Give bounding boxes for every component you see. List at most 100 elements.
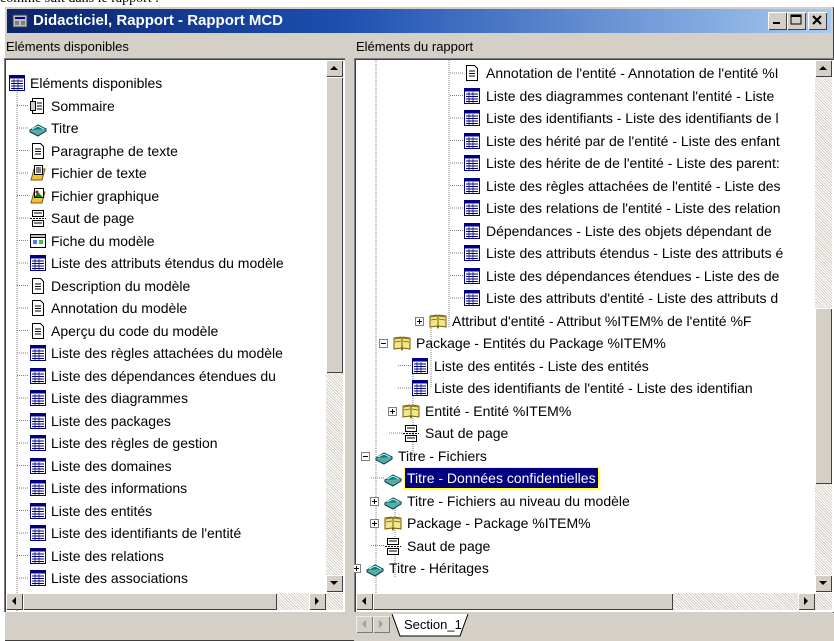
report-element-item[interactable]: Liste des attributs étendus - Liste des … xyxy=(354,242,814,264)
report-element-item[interactable]: Titre - Héritages xyxy=(354,557,814,579)
available-element-label: Fichier de texte xyxy=(51,165,147,181)
scroll-up-button[interactable] xyxy=(815,60,832,77)
expand-icon[interactable] xyxy=(370,519,379,528)
report-element-item[interactable]: Liste des entités - Liste des entités xyxy=(354,355,814,377)
report-element-label: Saut de page xyxy=(407,537,491,554)
minimize-button[interactable] xyxy=(768,12,787,30)
available-element-item[interactable]: Paragraphe de texte xyxy=(4,140,324,162)
available-elements-tree[interactable]: Eléments disponibles Sommaire Titre Paragra… xyxy=(4,58,345,612)
report-element-label: Liste des identifiants - Liste des ident… xyxy=(486,110,779,126)
report-element-item[interactable]: Titre - Données confidentielles xyxy=(354,467,814,489)
available-element-item[interactable]: Liste des règles de gestion xyxy=(4,432,324,454)
available-element-item[interactable]: Aperçu du code du modèle xyxy=(4,320,324,342)
scroll-thumb[interactable] xyxy=(373,593,673,610)
report-elements-tree[interactable]: Annotation de l'entité - Annotation de l… xyxy=(354,58,834,612)
report-element-item[interactable]: Annotation de l'entité - Annotation de l… xyxy=(354,62,814,84)
available-element-item[interactable]: Liste des règles attachées du modèle xyxy=(4,342,324,364)
available-element-item[interactable]: Liste des associations xyxy=(4,567,324,589)
report-element-item[interactable]: Saut de page xyxy=(354,535,814,557)
tree-root-available-elements[interactable]: Eléments disponibles xyxy=(4,72,324,94)
report-element-label: Package - Package %ITEM% xyxy=(407,515,591,531)
expand-icon[interactable] xyxy=(388,406,397,416)
left-horizontal-scrollbar[interactable] xyxy=(6,593,343,610)
available-element-label: Liste des attributs étendus du modèle xyxy=(51,255,284,271)
scroll-up-button[interactable] xyxy=(326,60,343,77)
available-element-item[interactable]: Liste des diagrammes xyxy=(4,387,324,409)
expand-icon[interactable] xyxy=(354,564,361,573)
available-element-item[interactable]: Description du modèle xyxy=(4,275,324,297)
collapse-icon[interactable] xyxy=(361,451,370,461)
available-element-label: Titre xyxy=(51,120,79,136)
available-element-item[interactable]: Fiche du modèle xyxy=(4,230,324,252)
close-button[interactable] xyxy=(808,12,827,30)
list-icon xyxy=(29,344,47,362)
report-element-label: Liste des attributs étendus - Liste des … xyxy=(486,245,784,261)
report-element-item[interactable]: Package - Entités du Package %ITEM% xyxy=(354,332,814,354)
minimize-icon xyxy=(773,22,780,24)
available-element-item[interactable]: Liste des identifiants de l'entité xyxy=(4,522,324,544)
model-card-icon xyxy=(29,232,47,250)
report-element-item[interactable]: Entité - Entité %ITEM% xyxy=(354,400,814,422)
scroll-right-button[interactable] xyxy=(309,593,326,610)
expand-icon[interactable] xyxy=(415,316,424,326)
available-element-item[interactable]: Liste des domaines xyxy=(4,455,324,477)
tab-scroll-left-button[interactable] xyxy=(356,616,373,633)
report-element-item[interactable]: Liste des diagrammes contenant l'entité … xyxy=(354,85,814,107)
title-bar[interactable]: Didacticiel, Rapport - Rapport MCD xyxy=(7,9,831,33)
available-element-item[interactable]: Liste des dépendances étendues du xyxy=(4,365,324,387)
right-horizontal-scrollbar[interactable] xyxy=(356,593,832,610)
available-element-item[interactable]: Sommaire xyxy=(4,95,324,117)
scroll-thumb[interactable] xyxy=(23,593,277,610)
right-vertical-scrollbar[interactable] xyxy=(815,60,832,592)
report-element-item[interactable]: Liste des hérite de de l'entité - Liste … xyxy=(354,152,814,174)
scroll-thumb[interactable] xyxy=(815,308,832,484)
page-break-icon xyxy=(384,537,402,555)
report-element-item[interactable]: Liste des identifiants de l'entité - Lis… xyxy=(354,377,814,399)
available-element-label: Liste des règles de gestion xyxy=(51,435,218,451)
available-element-item[interactable]: Fichier de texte xyxy=(4,162,324,184)
report-element-item[interactable]: Liste des identifiants - Liste des ident… xyxy=(354,107,814,129)
available-element-label: Liste des dépendances étendues du xyxy=(51,367,276,384)
report-element-label: Titre - Héritages xyxy=(389,560,489,576)
report-element-item[interactable]: Saut de page xyxy=(354,422,814,444)
report-element-item[interactable]: Liste des attributs d'entité - Liste des… xyxy=(354,287,814,309)
text-doc-icon xyxy=(29,277,47,295)
tab-section-1[interactable]: Section_1 xyxy=(390,613,470,639)
scroll-down-button[interactable] xyxy=(815,575,832,592)
report-element-item[interactable]: Attribut d'entité - Attribut %ITEM% de l… xyxy=(354,310,814,332)
scroll-down-button[interactable] xyxy=(326,575,343,592)
report-element-label: Entité - Entité %ITEM% xyxy=(425,402,572,419)
list-icon xyxy=(29,457,47,475)
report-element-item[interactable]: Liste des relations de l'entité - Liste … xyxy=(354,197,814,219)
collapse-icon[interactable] xyxy=(379,339,388,348)
scroll-left-button[interactable] xyxy=(6,593,23,610)
available-element-item[interactable]: Titre xyxy=(4,117,324,139)
maximize-icon xyxy=(790,14,802,25)
report-element-item[interactable]: Package - Package %ITEM% xyxy=(354,512,814,534)
available-element-item[interactable]: Liste des informations xyxy=(4,477,324,499)
scroll-thumb[interactable] xyxy=(326,77,343,373)
report-element-item[interactable]: Titre - Fichiers au niveau du modèle xyxy=(354,490,814,512)
report-element-item[interactable]: Dépendances - Liste des objets dépendant… xyxy=(354,220,814,242)
available-element-item[interactable]: Liste des packages xyxy=(4,410,324,432)
report-element-item[interactable]: Titre - Fichiers xyxy=(354,445,814,467)
maximize-button[interactable] xyxy=(787,12,806,30)
scroll-left-button[interactable] xyxy=(356,593,373,610)
available-element-item[interactable]: Annotation du modèle xyxy=(4,297,324,319)
available-element-item[interactable]: Liste des entités xyxy=(4,500,324,522)
tab-scroll-right-button[interactable] xyxy=(373,616,390,633)
available-element-item[interactable]: Liste des relations xyxy=(4,545,324,567)
report-element-item[interactable]: Liste des hérité par de l'entité - Liste… xyxy=(354,130,814,152)
list-icon xyxy=(29,569,47,587)
report-element-label: Liste des identifiants de l'entité - Lis… xyxy=(434,380,753,396)
report-element-item[interactable]: Liste des dépendances étendues - Liste d… xyxy=(354,265,814,287)
report-element-item[interactable]: Liste des règles attachées de l'entité -… xyxy=(354,175,814,197)
list-icon xyxy=(463,199,481,217)
available-element-item[interactable]: Liste des attributs étendus du modèle xyxy=(4,252,324,274)
expand-icon[interactable] xyxy=(370,496,379,506)
scroll-right-button[interactable] xyxy=(798,593,815,610)
available-element-item[interactable]: Saut de page xyxy=(4,207,324,229)
available-element-label: Liste des packages xyxy=(51,412,171,429)
left-vertical-scrollbar[interactable] xyxy=(326,60,343,592)
available-element-item[interactable]: Fichier graphique xyxy=(4,185,324,207)
